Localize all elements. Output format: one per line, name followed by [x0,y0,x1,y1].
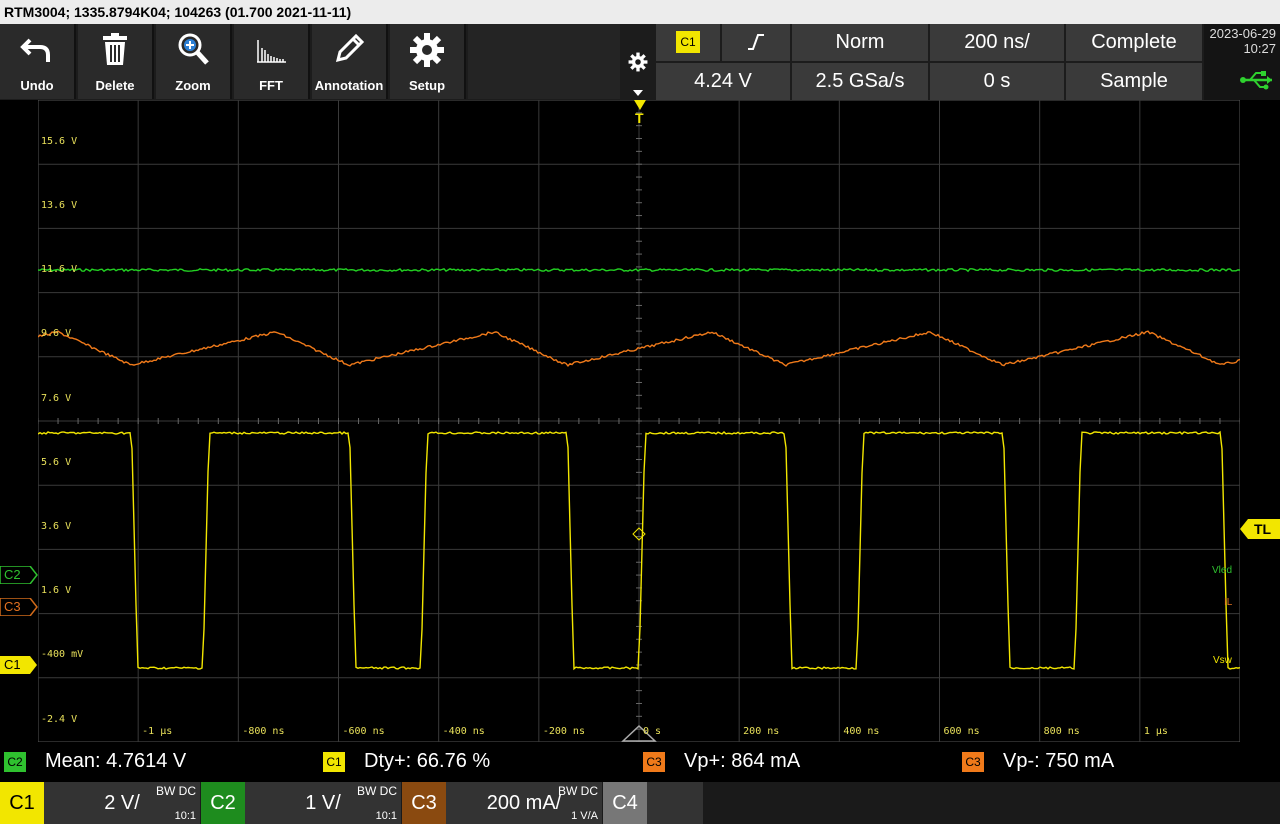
c3-offset-marker[interactable]: C3 [0,598,38,616]
trigger-settings-button[interactable] [622,24,654,100]
toolbar-empty-slot [468,24,620,99]
channel-c3-bandwidth: BW DC [558,784,598,798]
x-axis-label: 1 µs [1143,726,1168,737]
fft-button[interactable]: FFT [234,24,310,99]
channel-bar: C1 2 V/ BW DC 10:1 C2 1 V/ BW DC 10:1 C3… [0,782,1280,824]
meas-3-value: Vp+: 864 mA [684,750,801,772]
setup-button[interactable]: Setup [390,24,466,99]
x-axis-label: -200 ns [542,726,585,737]
meas-3-source[interactable]: C3 [643,752,665,772]
channel-c4-block[interactable]: C4 [603,782,703,824]
y-axis-label: 5.6 V [41,456,72,468]
annotation-button[interactable]: Annotation [312,24,388,99]
trash-icon [103,33,127,65]
channel-c2-bandwidth: BW DC [357,784,397,798]
meas-1-value: Mean: 4.7614 V [45,750,187,772]
gear-icon [410,33,444,67]
undo-label: Undo [20,78,54,93]
trigger-level-cell[interactable]: 4.24 V [656,63,790,100]
rising-edge-icon [748,34,764,50]
y-axis-label: -400 mV [41,649,84,661]
fft-label: FFT [259,78,283,93]
channel-c2-probe: 10:1 [375,810,397,822]
acquisition-mode-cell[interactable]: Sample [1066,63,1202,100]
trigger-position-label: T [635,110,644,126]
small-gear-icon [628,52,648,72]
x-axis-label: -400 ns [442,726,485,737]
zoom-button[interactable]: Zoom [156,24,232,99]
horizontal-position-cell[interactable]: 0 s [930,63,1064,100]
channel-c4-tag: C4 [603,782,647,824]
trigger-position-marker[interactable]: T [632,100,648,128]
meas-2-value: Dty+: 66.76 % [364,750,491,772]
x-axis-label: 400 ns [843,726,880,737]
meas-2-source[interactable]: C1 [323,752,345,772]
channel-c1-tag: C1 [0,782,44,824]
x-axis-label: -600 ns [342,726,385,737]
c1-marker-label: C1 [4,657,21,672]
fft-icon [257,40,286,63]
usb-icon [1240,71,1272,90]
setup-label: Setup [408,78,446,93]
toolbar: Undo Delete Zoom FFT Annotation Setup C1… [0,24,1280,100]
dropdown-arrow-icon [633,90,643,96]
y-axis-label: 11.6 V [41,264,78,276]
x-axis-label: 600 ns [943,726,980,737]
x-axis-label: 0 s [643,726,662,737]
clock-date: 2023-06-29 [1209,26,1277,41]
annotation-label: Annotation [314,78,384,93]
acquisition-state-cell[interactable]: Complete [1066,24,1202,61]
meas-1-source[interactable]: C2 [4,752,26,772]
trigger-level-label: TL [1254,521,1272,537]
y-axis-label: 3.6 V [41,520,72,532]
y-axis-label: -2.4 V [41,713,78,725]
x-axis-label: 200 ns [743,726,780,737]
y-axis-label: 7.6 V [41,392,72,404]
meas-4-source[interactable]: C3 [962,752,984,772]
channel-c1-probe: 10:1 [174,810,196,822]
sample-rate-cell[interactable]: 2.5 GSa/s [792,63,928,100]
y-axis-label: 15.6 V [41,135,78,147]
window-title: RTM3004; 1335.8794K04; 104263 (01.700 20… [0,0,1280,24]
c2-signal-label: Vled [1212,565,1233,576]
timebase-cell[interactable]: 200 ns/ [930,24,1064,61]
y-axis-label: 13.6 V [41,199,78,211]
channel-c2-block[interactable]: C2 1 V/ BW DC 10:1 [201,782,401,824]
c3-signal-label: IL [1224,597,1233,608]
channel-c3-probe: 1 V/A [571,810,598,822]
meas-4-value: Vp-: 750 mA [1003,750,1115,772]
y-axis-label: 9.6 V [41,328,72,340]
trigger-level-marker[interactable]: TL [1240,519,1280,539]
undo-button[interactable]: Undo [0,24,76,99]
measurement-bar: C2 Mean: 4.7614 V C1 Dty+: 66.76 % C3 Vp… [0,742,1280,780]
delete-button[interactable]: Delete [78,24,154,99]
channel-c3-block[interactable]: C3 200 mA/ BW DC 1 V/A [402,782,602,824]
c3-marker-label: C3 [4,599,21,614]
waveform-display[interactable] [38,100,1240,742]
trigger-mode-cell[interactable]: Norm [792,24,928,61]
channel-c3-tag: C3 [402,782,446,824]
zoom-label: Zoom [175,78,211,93]
trigger-source-cell[interactable]: C1 [656,24,720,61]
delete-label: Delete [95,78,135,93]
channel-c2-tag: C2 [201,782,245,824]
trigger-slope-cell[interactable] [722,24,790,61]
y-axis-label: 1.6 V [41,585,72,597]
c1-signal-label: Vsw [1213,655,1232,666]
undo-icon [20,38,50,62]
trigger-source-badge: C1 [676,31,700,53]
x-axis-label: 800 ns [1043,726,1080,737]
x-axis-label: -1 µs [142,726,173,737]
x-axis-label: -800 ns [242,726,285,737]
c1-offset-marker[interactable]: C1 [0,656,38,674]
channel-c1-block[interactable]: C1 2 V/ BW DC 10:1 [0,782,200,824]
zoom-icon [178,33,209,65]
usb-status [1204,62,1280,100]
channel-c1-bandwidth: BW DC [156,784,196,798]
c2-marker-label: C2 [4,567,21,582]
c2-offset-marker[interactable]: C2 [0,566,38,584]
pencil-icon [335,33,365,63]
clock-time: 10:27 [1243,41,1276,56]
